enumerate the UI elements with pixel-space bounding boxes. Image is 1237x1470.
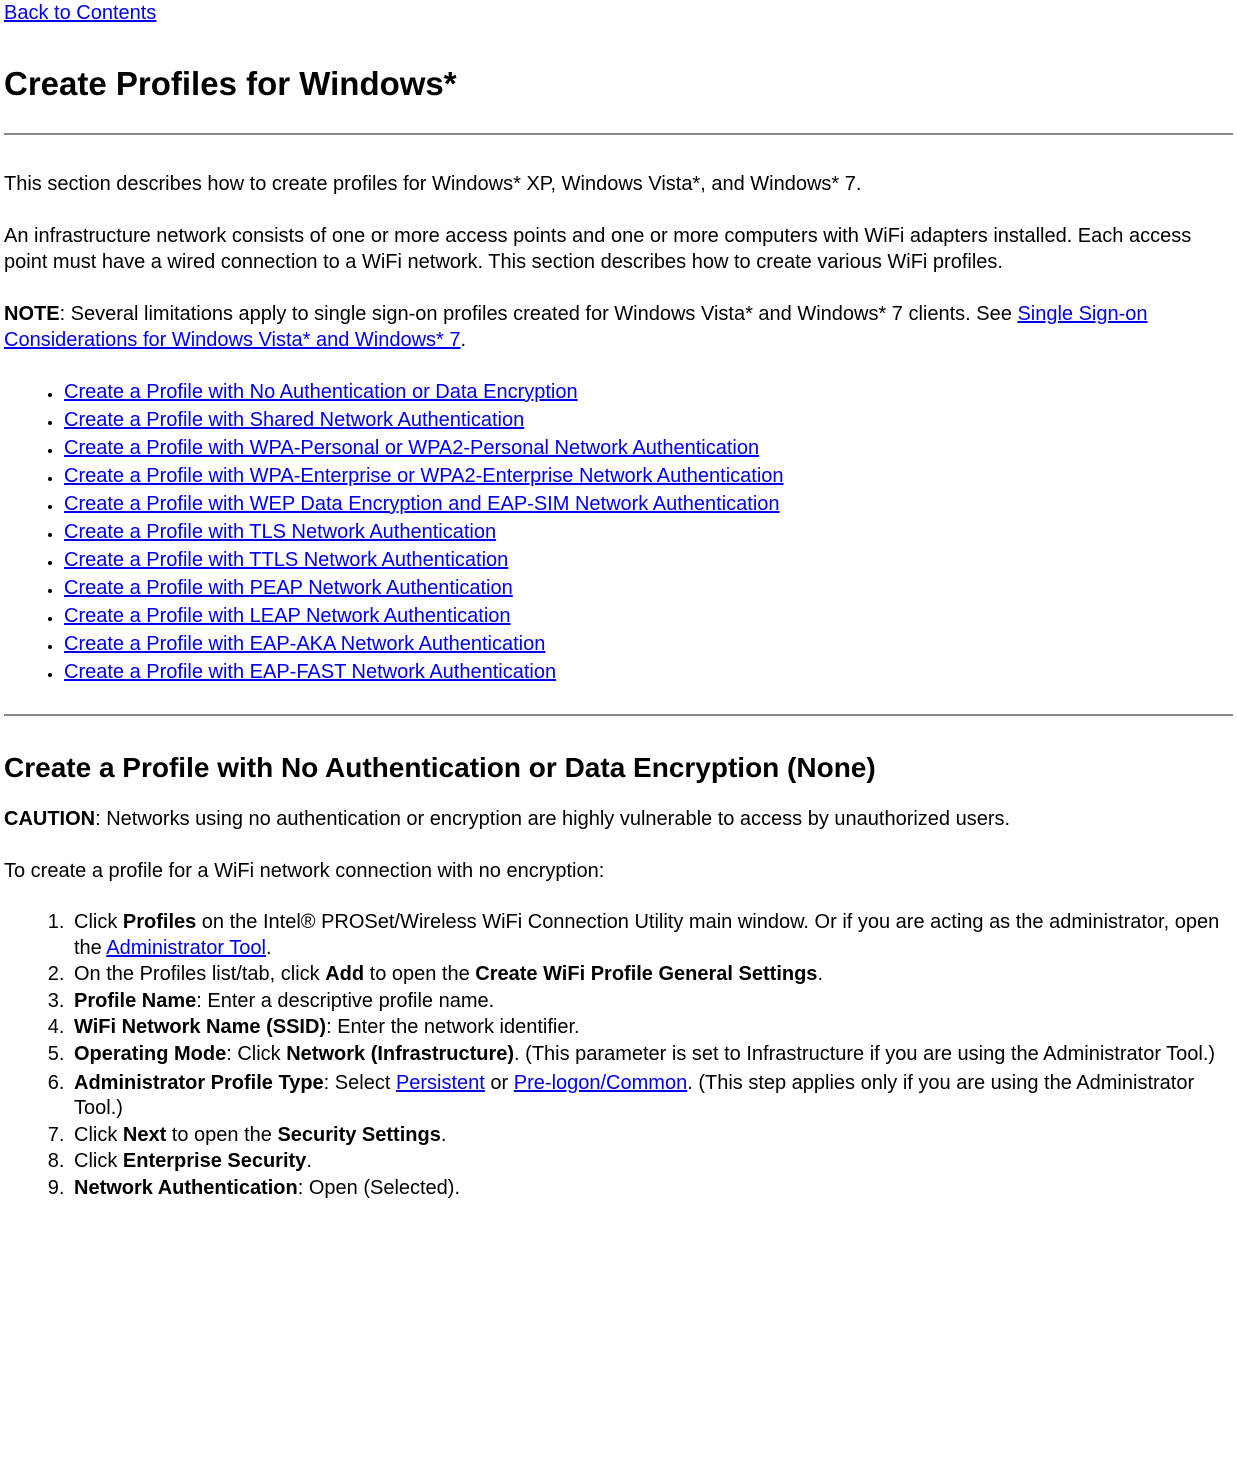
profile-link-eap-aka[interactable]: Create a Profile with EAP-AKA Network Au… <box>64 633 545 655</box>
note-paragraph: NOTE: Several limitations apply to singl… <box>4 301 1233 353</box>
list-item: Create a Profile with WPA-Enterprise or … <box>62 463 1233 490</box>
persistent-link[interactable]: Persistent <box>396 1072 485 1094</box>
bold-text: Network Authentication <box>74 1177 298 1199</box>
text: Click <box>74 911 123 933</box>
divider <box>4 133 1233 135</box>
back-to-contents-link[interactable]: Back to Contents <box>4 2 156 25</box>
step-3: Profile Name: Enter a descriptive profil… <box>70 989 1233 1015</box>
text: On the Profiles list/tab, click <box>74 963 325 985</box>
bold-text: Network (Infrastructure) <box>286 1043 514 1065</box>
step-9: Network Authentication: Open (Selected). <box>70 1176 1233 1202</box>
text: . <box>306 1150 312 1172</box>
text: or <box>485 1072 514 1094</box>
list-item: Create a Profile with WPA-Personal or WP… <box>62 435 1233 462</box>
bold-text: Profiles <box>123 911 196 933</box>
caution-body: : Networks using no authentication or en… <box>95 808 1010 830</box>
text: . <box>441 1124 447 1146</box>
step-1: Click Profiles on the Intel® PROSet/Wire… <box>70 910 1233 961</box>
text: Click <box>74 1150 123 1172</box>
note-after: . <box>461 329 467 351</box>
step-2: On the Profiles list/tab, click Add to o… <box>70 962 1233 988</box>
intro-paragraph-1: This section describes how to create pro… <box>4 171 1233 197</box>
divider <box>4 714 1233 716</box>
bold-text: Security Settings <box>277 1124 440 1146</box>
text: : Enter the network identifier. <box>326 1016 579 1038</box>
profile-link-no-auth[interactable]: Create a Profile with No Authentication … <box>64 381 578 403</box>
profile-link-ttls[interactable]: Create a Profile with TTLS Network Authe… <box>64 549 508 571</box>
text: to open the <box>364 963 475 985</box>
list-item: Create a Profile with TLS Network Authen… <box>62 519 1233 546</box>
profile-link-wpa-enterprise[interactable]: Create a Profile with WPA-Enterprise or … <box>64 465 784 487</box>
step-7: Click Next to open the Security Settings… <box>70 1123 1233 1149</box>
text: to open the <box>166 1124 277 1146</box>
profile-links-list: Create a Profile with No Authentication … <box>4 379 1233 686</box>
page-title: Create Profiles for Windows* <box>4 65 1233 103</box>
list-item: Create a Profile with LEAP Network Authe… <box>62 603 1233 630</box>
note-body: : Several limitations apply to single si… <box>60 303 1018 325</box>
administrator-tool-link[interactable]: Administrator Tool <box>106 937 266 959</box>
list-item: Create a Profile with No Authentication … <box>62 379 1233 406</box>
profile-link-wpa-personal[interactable]: Create a Profile with WPA-Personal or WP… <box>64 437 759 459</box>
document-page: Back to Contents Create Profiles for Win… <box>0 0 1237 1243</box>
profile-link-leap[interactable]: Create a Profile with LEAP Network Authe… <box>64 605 511 627</box>
list-item: Create a Profile with EAP-FAST Network A… <box>62 659 1233 686</box>
bold-text: Next <box>123 1124 166 1146</box>
bold-text: Create WiFi Profile General Settings <box>475 963 817 985</box>
step-6: Administrator Profile Type: Select Persi… <box>70 1071 1233 1122</box>
list-item: Create a Profile with Shared Network Aut… <box>62 407 1233 434</box>
lead-paragraph: To create a profile for a WiFi network c… <box>4 858 1233 884</box>
text: . (This parameter is set to Infrastructu… <box>514 1043 1215 1065</box>
list-item: Create a Profile with PEAP Network Authe… <box>62 575 1233 602</box>
profile-link-peap[interactable]: Create a Profile with PEAP Network Authe… <box>64 577 513 599</box>
text: . <box>817 963 823 985</box>
step-4: WiFi Network Name (SSID): Enter the netw… <box>70 1015 1233 1041</box>
text: Click <box>74 1124 123 1146</box>
profile-link-tls[interactable]: Create a Profile with TLS Network Authen… <box>64 521 496 543</box>
note-label: NOTE <box>4 303 60 325</box>
text: : Open (Selected). <box>298 1177 460 1199</box>
bold-text: Add <box>325 963 364 985</box>
profile-link-shared[interactable]: Create a Profile with Shared Network Aut… <box>64 409 524 431</box>
bold-text: Enterprise Security <box>123 1150 306 1172</box>
bold-text: WiFi Network Name (SSID) <box>74 1016 326 1038</box>
text: : Select <box>324 1072 396 1094</box>
bold-text: Administrator Profile Type <box>74 1072 324 1094</box>
caution-label: CAUTION <box>4 808 95 830</box>
bold-text: Profile Name <box>74 990 196 1012</box>
prelogon-common-link[interactable]: Pre-logon/Common <box>514 1072 687 1094</box>
list-item: Create a Profile with TTLS Network Authe… <box>62 547 1233 574</box>
step-5: Operating Mode: Click Network (Infrastru… <box>70 1042 1233 1068</box>
text: : Click <box>226 1043 286 1065</box>
caution-paragraph: CAUTION: Networks using no authenticatio… <box>4 806 1233 832</box>
text: . <box>266 937 272 959</box>
list-item: Create a Profile with WEP Data Encryptio… <box>62 491 1233 518</box>
steps-list: Click Profiles on the Intel® PROSet/Wire… <box>4 910 1233 1202</box>
list-item: Create a Profile with EAP-AKA Network Au… <box>62 631 1233 658</box>
profile-link-wep-eapsim[interactable]: Create a Profile with WEP Data Encryptio… <box>64 493 780 515</box>
text: : Enter a descriptive profile name. <box>196 990 494 1012</box>
intro-paragraph-2: An infrastructure network consists of on… <box>4 223 1233 275</box>
step-8: Click Enterprise Security. <box>70 1149 1233 1175</box>
section-title-no-auth: Create a Profile with No Authentication … <box>4 752 1233 784</box>
profile-link-eap-fast[interactable]: Create a Profile with EAP-FAST Network A… <box>64 661 556 683</box>
bold-text: Operating Mode <box>74 1043 226 1065</box>
